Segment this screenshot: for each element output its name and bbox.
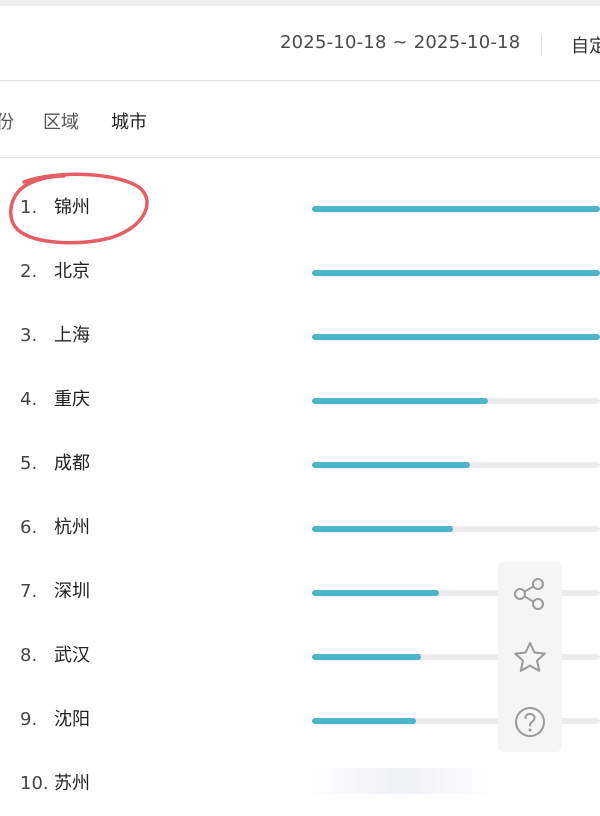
bar-fill <box>312 718 416 724</box>
bar-track <box>312 270 600 276</box>
tab-city[interactable]: 城市 <box>111 108 147 134</box>
bar-track <box>312 206 600 212</box>
city-name: 北京 <box>54 261 90 282</box>
rank-number: 6. <box>20 517 38 538</box>
list-item[interactable]: 1. 锦州 <box>0 176 600 240</box>
dimension-tabs: 份 区域 城市 <box>0 81 600 158</box>
help-icon[interactable] <box>510 702 550 742</box>
city-name: 杭州 <box>54 517 90 538</box>
date-range-picker[interactable]: 2025-10-18 ~ 2025-10-18 <box>280 32 520 53</box>
city-name: 上海 <box>54 325 90 346</box>
custom-range-button[interactable]: 自定 <box>571 32 600 58</box>
watermark-fade <box>300 768 500 794</box>
tab-province[interactable]: 份 <box>0 108 14 134</box>
rank-number: 3. <box>20 325 38 346</box>
list-item[interactable]: 6. 杭州 <box>0 496 600 560</box>
bar-fill <box>312 654 422 660</box>
tab-region[interactable]: 区域 <box>43 108 79 134</box>
bar-track <box>312 462 600 468</box>
bar-track <box>312 334 600 340</box>
bar-track <box>312 526 600 532</box>
header-divider <box>541 34 542 56</box>
bar-track <box>312 398 600 404</box>
bar-fill <box>312 590 439 596</box>
rank-number: 2. <box>20 261 38 282</box>
rank-number: 8. <box>20 645 38 666</box>
rank-number: 5. <box>20 453 38 474</box>
rank-number: 9. <box>20 709 38 730</box>
list-item[interactable]: 5. 成都 <box>0 432 600 496</box>
city-name: 成都 <box>54 453 90 474</box>
city-name: 武汉 <box>54 645 90 666</box>
bar-fill <box>312 398 488 404</box>
floating-toolbar <box>498 562 562 752</box>
bar-fill <box>312 526 454 532</box>
header: 2025-10-18 ~ 2025-10-18 自定 <box>0 6 600 81</box>
rank-number: 1. <box>20 197 38 218</box>
city-name: 沈阳 <box>54 709 90 730</box>
bar-fill <box>312 334 600 340</box>
rank-number: 7. <box>20 581 38 602</box>
list-item[interactable]: 2. 北京 <box>0 240 600 304</box>
rank-number: 4. <box>20 389 38 410</box>
bar-fill <box>312 462 471 468</box>
city-name: 锦州 <box>54 197 90 218</box>
list-item[interactable]: 3. 上海 <box>0 304 600 368</box>
star-icon[interactable] <box>510 638 550 678</box>
city-name: 重庆 <box>54 389 90 410</box>
bar-fill <box>312 270 600 276</box>
bar-fill <box>312 206 600 212</box>
rank-number: 10. <box>20 773 49 794</box>
city-name: 苏州 <box>54 773 90 794</box>
city-name: 深圳 <box>54 581 90 602</box>
share-icon[interactable] <box>510 574 550 614</box>
list-item[interactable]: 4. 重庆 <box>0 368 600 432</box>
